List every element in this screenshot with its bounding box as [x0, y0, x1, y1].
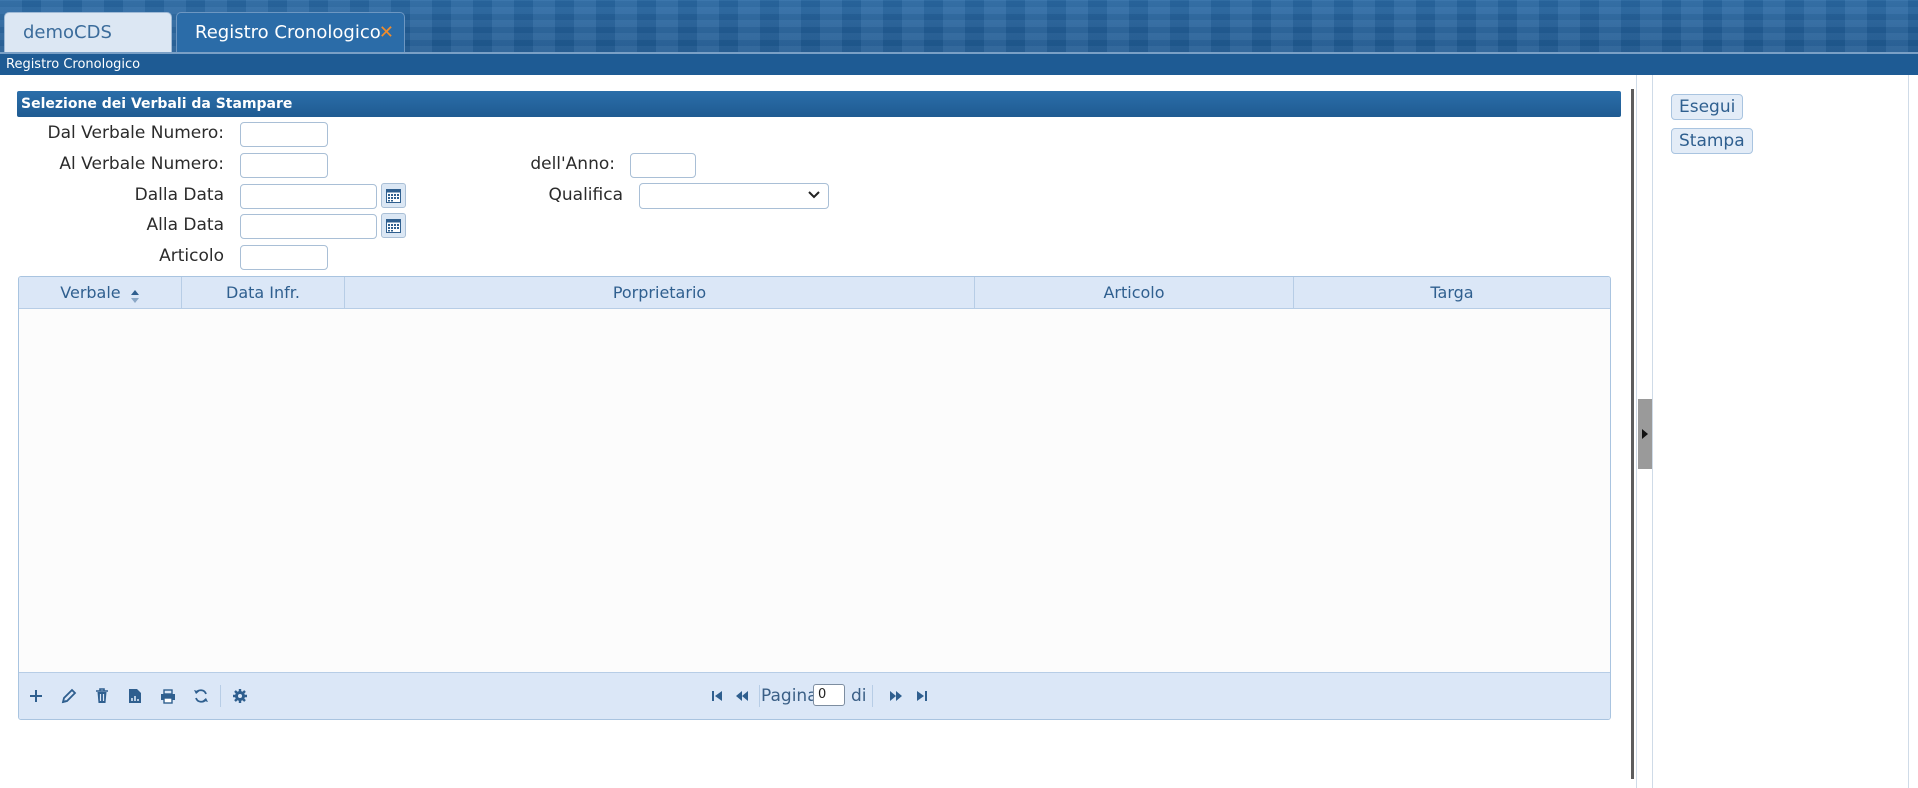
anno-label: dell'Anno: — [530, 154, 615, 174]
calendar-icon[interactable] — [381, 213, 406, 238]
dalla-data-input[interactable] — [240, 184, 377, 209]
tab-label: Registro Cronologico — [195, 22, 381, 43]
column-verbale[interactable]: Verbale — [19, 277, 182, 308]
actions-panel: Esegui Stampa — [1653, 75, 1909, 788]
page-number-input[interactable]: 0 — [813, 684, 845, 706]
export-icon[interactable] — [126, 687, 144, 705]
al-verbale-label: Al Verbale Numero: — [59, 154, 224, 174]
column-targa[interactable]: Targa — [1294, 277, 1610, 308]
settings-icon[interactable] — [231, 687, 249, 705]
grid-toolbar: Pagina 0 di — [19, 672, 1610, 719]
sort-icon — [130, 284, 140, 303]
column-proprietario[interactable]: Porprietario — [345, 277, 975, 308]
section-title: Selezione dei Verbali da Stampare — [17, 91, 1621, 117]
column-label: Verbale — [60, 283, 121, 302]
caret-right-icon — [1641, 425, 1649, 444]
alla-data-label: Alla Data — [146, 215, 225, 235]
add-icon[interactable] — [27, 687, 45, 705]
next-page-icon[interactable] — [887, 687, 905, 705]
calendar-icon[interactable] — [381, 183, 406, 208]
chevron-down-icon — [808, 187, 820, 205]
print-icon[interactable] — [159, 687, 177, 705]
breadcrumb-label: Registro Cronologico — [6, 57, 141, 72]
main-scrollbar[interactable] — [1631, 89, 1634, 779]
tab-label: demoCDS Home — [23, 22, 112, 43]
anno-input[interactable] — [630, 153, 696, 178]
main-panel: Selezione dei Verbali da Stampare Dal Ve… — [0, 75, 1636, 788]
column-articolo[interactable]: Articolo — [975, 277, 1294, 308]
column-data-infr[interactable]: Data Infr. — [182, 277, 345, 308]
page-of-label: di — [851, 686, 867, 706]
articolo-label: Articolo — [159, 246, 224, 266]
articolo-input[interactable] — [240, 245, 328, 270]
first-page-icon[interactable] — [708, 687, 726, 705]
breadcrumb: Registro Cronologico — [0, 54, 1918, 75]
refresh-icon[interactable] — [192, 687, 210, 705]
al-verbale-input[interactable] — [240, 153, 328, 178]
results-grid: Verbale Data Infr. Porprietario Articolo… — [18, 276, 1611, 720]
esegui-button[interactable]: Esegui — [1671, 94, 1744, 120]
previous-page-icon[interactable] — [733, 687, 751, 705]
page-label: Pagina — [761, 686, 818, 706]
column-label: Porprietario — [612, 283, 707, 302]
tab-democds-home[interactable]: demoCDS Home — [4, 12, 172, 53]
toolbar-divider — [220, 685, 221, 707]
tab-bar: demoCDS Home Registro Cronologico ✕ — [0, 0, 1918, 53]
dal-verbale-label: Dal Verbale Numero: — [47, 123, 224, 143]
stampa-button[interactable]: Stampa — [1671, 128, 1753, 154]
qualifica-select[interactable] — [639, 183, 829, 209]
last-page-icon[interactable] — [913, 687, 931, 705]
grid-header: Verbale Data Infr. Porprietario Articolo… — [19, 277, 1610, 309]
grid-body — [19, 309, 1610, 673]
close-icon[interactable]: ✕ — [379, 13, 394, 53]
tab-registro-cronologico[interactable]: Registro Cronologico ✕ — [176, 12, 405, 53]
column-label: Data Infr. — [226, 283, 300, 302]
delete-icon[interactable] — [93, 687, 111, 705]
collapse-panel-handle[interactable] — [1638, 399, 1652, 469]
column-label: Targa — [1430, 283, 1474, 302]
edit-icon[interactable] — [60, 687, 78, 705]
column-label: Articolo — [1103, 283, 1165, 302]
dal-verbale-input[interactable] — [240, 122, 328, 147]
pager-divider — [759, 685, 760, 707]
alla-data-input[interactable] — [240, 214, 377, 239]
pager-divider — [872, 685, 873, 707]
qualifica-label: Qualifica — [548, 185, 624, 205]
dalla-data-label: Dalla Data — [134, 185, 224, 205]
